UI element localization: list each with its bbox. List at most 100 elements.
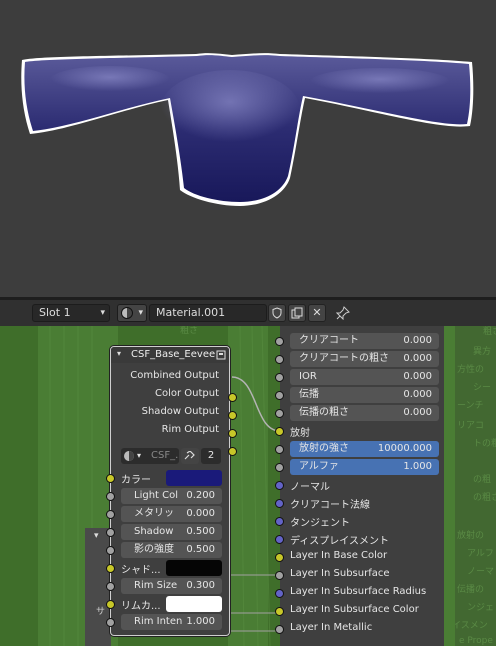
socket-shadow-output[interactable] [228, 429, 237, 438]
input-row-rim-intensity: Rim Inten 1.000 [111, 613, 229, 631]
emission-strength-field[interactable]: 放射の強さ 10000.000 [290, 441, 439, 457]
chevron-down-icon: ▾ [100, 308, 105, 318]
shadow-color-swatch[interactable] [166, 560, 222, 576]
input-row-displacement: ディスプレイスメント [290, 536, 389, 547]
socket-rim-output[interactable] [228, 447, 237, 456]
socket-tangent[interactable] [275, 517, 284, 526]
alpha-field[interactable]: アルファ 1.000 [290, 459, 439, 475]
socket-rim-color-input[interactable] [106, 600, 115, 609]
principled-bsdf-node[interactable]: クリアコート 0.000 クリアコートの粗さ 0.000 IOR 0.000 伝… [275, 326, 444, 646]
node-header[interactable]: ▾ CSF_Base_Eevee [111, 347, 229, 363]
chevron-down-icon: ▾ [138, 308, 143, 318]
chevron-down-icon: ▾ [137, 451, 142, 460]
socket-emission-strength[interactable] [275, 445, 284, 454]
input-row-layer-metallic: Layer In Metallic [290, 622, 373, 633]
output-row-color: Color Output [154, 388, 219, 399]
socket-ior[interactable] [275, 373, 284, 382]
metallic-field[interactable]: メタリッ 0.000 [121, 506, 222, 522]
socket-layer-subsurface-color[interactable] [275, 607, 284, 616]
csf-base-eevee-node[interactable]: ▾ CSF_Base_Eevee Combined Output Color O… [106, 346, 237, 636]
socket-clearcoat[interactable] [275, 337, 284, 346]
socket-shadow-input[interactable] [106, 528, 115, 537]
fake-user-button[interactable] [268, 304, 286, 322]
output-row-rim: Rim Output [161, 424, 219, 435]
socket-metallic-input[interactable] [106, 510, 115, 519]
color-swatch[interactable] [166, 470, 222, 486]
rim-size-field[interactable]: Rim Size 0.300 [121, 578, 222, 594]
socket-color-input[interactable] [106, 474, 115, 483]
input-row-alpha: アルファ 1.000 [280, 458, 444, 476]
socket-layer-metallic[interactable] [275, 625, 284, 634]
socket-light-col-input[interactable] [106, 492, 115, 501]
node-editor-canvas[interactable]: 粗さ サ ▾ 粗さ 異方 方性の シー ーンチ リアコ トの粗 の粗 の粗さ 放… [0, 326, 496, 646]
material-browse-button[interactable]: ▾ [117, 304, 147, 322]
socket-transmission[interactable] [275, 391, 284, 400]
pin-button[interactable] [334, 304, 352, 322]
socket-clearcoat-normal[interactable] [275, 499, 284, 508]
input-row-normal: ノーマル [290, 482, 330, 493]
rim-intensity-field[interactable]: Rim Inten 1.000 [121, 614, 222, 630]
sweater-mesh[interactable] [0, 0, 496, 297]
socket-transmission-roughness[interactable] [275, 409, 284, 418]
input-row-shadow-strength: 影の強度 0.500 [111, 541, 229, 559]
unlink-material-button[interactable]: ✕ [308, 304, 326, 322]
socket-alpha[interactable] [275, 463, 284, 472]
transmission-roughness-field[interactable]: 伝播の粗さ 0.000 [290, 405, 439, 421]
input-row-clearcoat-normal: クリアコート法線 [290, 500, 370, 511]
input-row-metallic: メタリッ 0.000 [111, 505, 229, 523]
socket-shadow-color-input[interactable] [106, 564, 115, 573]
input-row-light-col: Light Col 0.200 [111, 487, 229, 505]
socket-clearcoat-roughness[interactable] [275, 355, 284, 364]
input-row-ior: IOR 0.000 [280, 368, 444, 386]
group-name: CSF_... [151, 450, 179, 461]
socket-combined-output[interactable] [228, 393, 237, 402]
transmission-field[interactable]: 伝播 0.000 [290, 387, 439, 403]
input-row-layer-base-color: Layer In Base Color [290, 550, 388, 561]
group-datablock[interactable]: ▾ CSF_... [121, 448, 179, 464]
clearcoat-field[interactable]: クリアコート 0.000 [290, 333, 439, 349]
socket-layer-subsurface-radius[interactable] [275, 589, 284, 598]
rim-color-swatch[interactable] [166, 596, 222, 612]
input-row-emission: 放射 [290, 428, 310, 439]
socket-shadow-strength-input[interactable] [106, 546, 115, 555]
socket-layer-subsurface[interactable] [275, 571, 284, 580]
material-sphere-icon [124, 451, 134, 461]
fake-user-shield-icon [272, 307, 282, 319]
material-sphere-icon [121, 307, 133, 319]
material-name-field[interactable]: Material.001 [149, 304, 267, 322]
material-name: Material.001 [156, 306, 226, 319]
node-group-icon[interactable] [216, 350, 226, 360]
node-group-selector[interactable]: ▾ CSF_... 2 [111, 447, 229, 465]
pin-icon [336, 306, 350, 320]
input-row-shadow-color: シャド... [111, 559, 229, 577]
3d-viewport[interactable] [0, 0, 496, 297]
output-row-shadow: Shadow Output [141, 406, 219, 417]
light-col-field[interactable]: Light Col 0.200 [121, 488, 222, 504]
clearcoat-roughness-field[interactable]: クリアコートの粗さ 0.000 [290, 351, 439, 367]
slot-dropdown[interactable]: Slot 1 ▾ [32, 304, 110, 322]
input-row-transmission: 伝播 0.000 [280, 386, 444, 404]
output-row-combined: Combined Output [130, 370, 219, 381]
input-row-rim-size: Rim Size 0.300 [111, 577, 229, 595]
input-row-layer-subsurface-color: Layer In Subsurface Color [290, 604, 419, 615]
socket-normal[interactable] [275, 481, 284, 490]
node-editor-header: Slot 1 ▾ ▾ Material.001 ✕ [0, 300, 496, 326]
user-count[interactable]: 2 [201, 448, 221, 464]
input-row-shadow: Shadow 0.500 [111, 523, 229, 541]
input-row-emission-strength: 放射の強さ 10000.000 [280, 440, 444, 458]
link-combined-to-emission [231, 376, 281, 432]
chevron-down-icon[interactable]: ▾ [117, 349, 121, 358]
socket-layer-base-color[interactable] [275, 553, 284, 562]
socket-color-output[interactable] [228, 411, 237, 420]
socket-displacement[interactable] [275, 535, 284, 544]
input-row-rim-color: リムカ... [111, 595, 229, 613]
shadow-field[interactable]: Shadow 0.500 [121, 524, 222, 540]
input-row-tangent: タンジェント [290, 518, 350, 529]
shadow-strength-field[interactable]: 影の強度 0.500 [121, 542, 222, 558]
new-material-button[interactable] [288, 304, 306, 322]
socket-rim-size-input[interactable] [106, 582, 115, 591]
socket-emission[interactable] [275, 427, 284, 436]
ior-field[interactable]: IOR 0.000 [290, 369, 439, 385]
link-button[interactable] [181, 448, 199, 464]
socket-rim-intensity-input[interactable] [106, 618, 115, 627]
